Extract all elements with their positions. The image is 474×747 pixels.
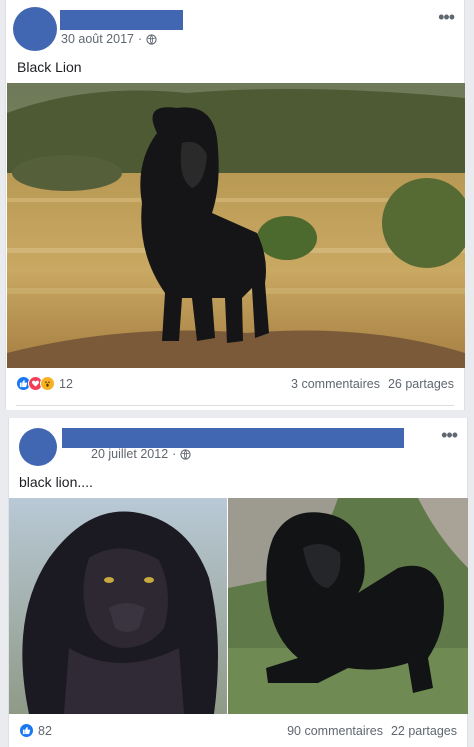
post-card: 30 août 2017 · ••• Black Lion 12 3 comme… [5, 0, 465, 410]
more-options-icon[interactable]: ••• [438, 8, 455, 26]
like-icon [19, 723, 34, 738]
shares-count-link[interactable]: 26 partages [388, 377, 454, 391]
post-meta: 30 août 2017 · [61, 32, 157, 46]
post-photo-black-lion-lying[interactable] [228, 498, 468, 714]
post-date[interactable]: 30 août 2017 [61, 32, 134, 46]
post-stats-bar: 12 3 commentaires 26 partages [6, 376, 464, 396]
author-name-redacted[interactable] [62, 428, 404, 448]
comments-count-link[interactable]: 3 commentaires [291, 377, 380, 391]
lion-savanna-image [7, 83, 465, 368]
avatar[interactable] [13, 7, 57, 51]
more-options-icon[interactable]: ••• [441, 426, 458, 444]
post-photo-black-lion-savanna[interactable] [7, 83, 465, 368]
post-stats-bar: 82 90 commentaires 22 partages [9, 723, 467, 743]
shares-count-link[interactable]: 22 partages [391, 724, 457, 738]
author-name-redacted[interactable] [60, 10, 183, 30]
meta-separator: · [172, 447, 177, 461]
post-caption: Black Lion [17, 59, 82, 75]
reactions-summary[interactable]: 82 [19, 723, 52, 738]
globe-icon [180, 448, 191, 460]
globe-icon [146, 33, 157, 45]
wow-icon [40, 376, 55, 391]
post-caption: black lion.... [19, 474, 93, 490]
post-photo-black-lion-face[interactable] [9, 498, 227, 714]
avatar[interactable] [19, 428, 57, 466]
divider [16, 405, 454, 406]
lion-face-image [9, 498, 227, 714]
post-card: 20 juillet 2012 · ••• black lion.... 82 … [8, 418, 468, 747]
meta-separator: · [138, 32, 143, 46]
reactions-summary[interactable]: 12 [16, 376, 73, 391]
reaction-count: 82 [38, 723, 52, 738]
comments-count-link[interactable]: 90 commentaires [287, 724, 383, 738]
lion-lying-image [228, 498, 468, 714]
reaction-count: 12 [59, 376, 73, 391]
post-date[interactable]: 20 juillet 2012 [91, 447, 168, 461]
post-meta: 20 juillet 2012 · [91, 447, 191, 461]
